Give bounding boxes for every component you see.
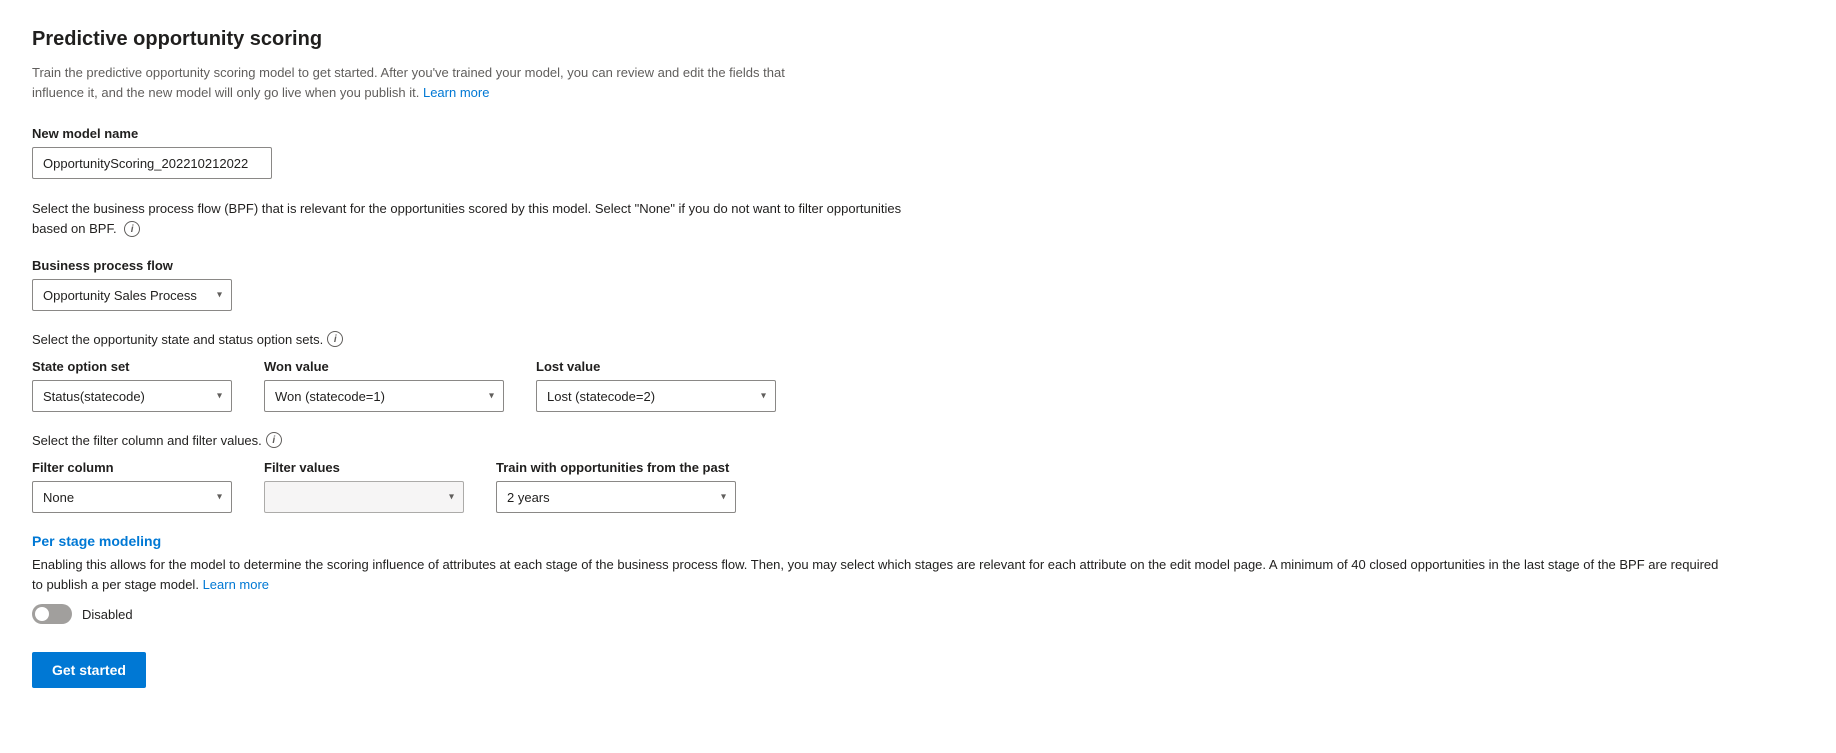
won-value-label: Won value [264, 359, 504, 374]
won-value-select[interactable]: Won (statecode=1) [264, 380, 504, 412]
train-opportunities-select[interactable]: 1 year 2 years 3 years 4 years 5 years [496, 481, 736, 513]
per-stage-toggle-label: Disabled [82, 607, 133, 622]
filter-section: Select the filter column and filter valu… [32, 432, 1804, 513]
filter-column-wrapper: None ▾ [32, 481, 232, 513]
state-option-set-wrapper: Status(statecode) ▾ [32, 380, 232, 412]
model-name-input[interactable] [32, 147, 272, 179]
page-title: Predictive opportunity scoring [32, 28, 1804, 51]
bpf-description-section: Select the business process flow (BPF) t… [32, 199, 1804, 238]
per-stage-toggle[interactable] [32, 604, 72, 624]
per-stage-section: Per stage modeling Enabling this allows … [32, 533, 1804, 624]
opportunity-state-fields: State option set Status(statecode) ▾ Won… [32, 359, 1804, 412]
opportunity-state-label: Select the opportunity state and status … [32, 331, 1804, 347]
won-value-group: Won value Won (statecode=1) ▾ [264, 359, 504, 412]
model-name-label: New model name [32, 126, 1804, 141]
bpf-select[interactable]: Opportunity Sales Process [32, 279, 232, 311]
won-value-wrapper: Won (statecode=1) ▾ [264, 380, 504, 412]
bpf-label: Business process flow [32, 258, 1804, 273]
per-stage-description: Enabling this allows for the model to de… [32, 555, 1732, 594]
per-stage-heading: Per stage modeling [32, 533, 1804, 549]
filter-fields: Filter column None ▾ Filter values ▾ Tra… [32, 460, 1804, 513]
filter-column-group: Filter column None ▾ [32, 460, 232, 513]
learn-more-link[interactable]: Learn more [423, 85, 489, 100]
state-option-set-select[interactable]: Status(statecode) [32, 380, 232, 412]
toggle-thumb [35, 607, 49, 621]
filter-section-label: Select the filter column and filter valu… [32, 432, 1804, 448]
bpf-info-icon[interactable]: i [124, 221, 140, 237]
model-name-section: New model name [32, 126, 1804, 179]
lost-value-group: Lost value Lost (statecode=2) ▾ [536, 359, 776, 412]
bpf-select-wrapper: Opportunity Sales Process ▾ [32, 279, 232, 311]
opportunity-state-section: Select the opportunity state and status … [32, 331, 1804, 412]
filter-column-label: Filter column [32, 460, 232, 475]
train-opportunities-group: Train with opportunities from the past 1… [496, 460, 736, 513]
train-opportunities-wrapper: 1 year 2 years 3 years 4 years 5 years ▾ [496, 481, 736, 513]
filter-values-select[interactable] [264, 481, 464, 513]
get-started-button[interactable]: Get started [32, 652, 146, 688]
opportunity-state-info-icon[interactable]: i [327, 331, 343, 347]
page-description: Train the predictive opportunity scoring… [32, 63, 812, 102]
footer-section: Get started [32, 652, 1804, 688]
state-option-set-label: State option set [32, 359, 232, 374]
lost-value-select[interactable]: Lost (statecode=2) [536, 380, 776, 412]
lost-value-label: Lost value [536, 359, 776, 374]
filter-values-label: Filter values [264, 460, 464, 475]
filter-values-group: Filter values ▾ [264, 460, 464, 513]
filter-info-icon[interactable]: i [266, 432, 282, 448]
bpf-description-text: Select the business process flow (BPF) t… [32, 199, 932, 238]
lost-value-wrapper: Lost (statecode=2) ▾ [536, 380, 776, 412]
filter-values-wrapper: ▾ [264, 481, 464, 513]
state-option-set-group: State option set Status(statecode) ▾ [32, 359, 232, 412]
filter-column-select[interactable]: None [32, 481, 232, 513]
per-stage-learn-more-link[interactable]: Learn more [203, 577, 269, 592]
bpf-field-section: Business process flow Opportunity Sales … [32, 258, 1804, 311]
per-stage-toggle-container: Disabled [32, 604, 1804, 624]
train-opportunities-label: Train with opportunities from the past [496, 460, 736, 475]
